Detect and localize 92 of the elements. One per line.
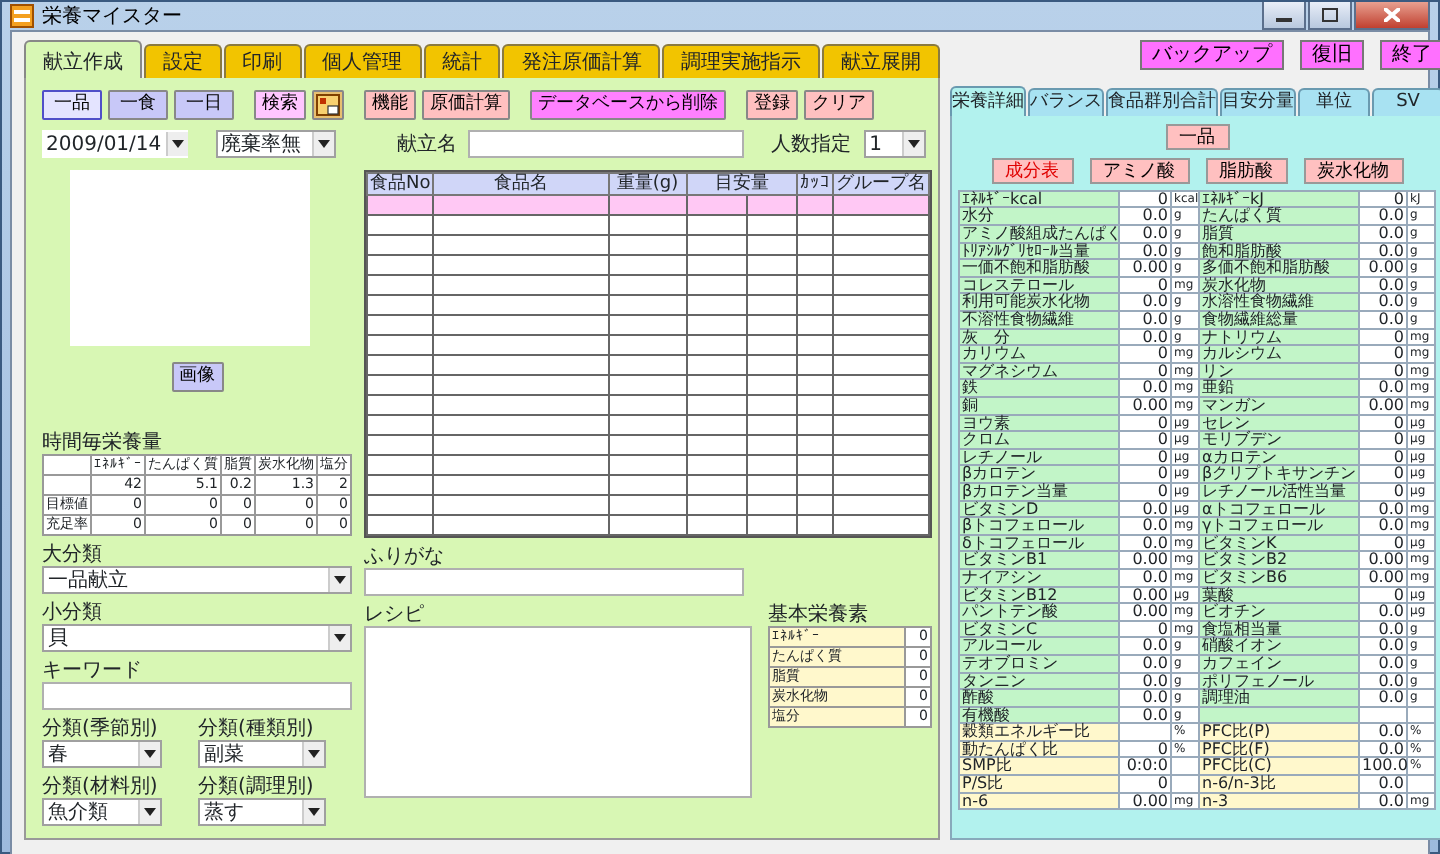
tab[interactable]: 調理実施指示 — [662, 44, 821, 78]
column-header: 食品No — [367, 173, 434, 195]
search-button[interactable]: 検索 — [254, 90, 306, 120]
nutrient-name: 多価不飽和脂肪酸 — [1199, 259, 1359, 277]
view-button[interactable]: 脂肪酸 — [1205, 157, 1287, 184]
close-button[interactable] — [1354, 2, 1430, 30]
field-label: 大分類 — [42, 544, 104, 566]
section-title: 基本栄養素 — [768, 604, 870, 626]
close-icon — [1384, 8, 1400, 22]
caret-icon — [144, 750, 156, 758]
caret-icon — [908, 140, 920, 148]
tab[interactable]: 栄養詳細 — [950, 86, 1026, 116]
nutrient-name: 利用可能炭水化物 — [959, 293, 1119, 312]
item-button[interactable]: 一品 — [1165, 123, 1229, 150]
nutrient-name: 一価不飽和脂肪酸 — [959, 259, 1119, 277]
recipe-field[interactable] — [364, 626, 752, 798]
mode-button[interactable]: 一品 — [42, 90, 102, 120]
tab[interactable]: 献立作成 — [24, 40, 142, 78]
nutrient-value: 0 — [1119, 190, 1171, 208]
action-button[interactable]: クリア — [804, 90, 874, 120]
field-label: 小分類 — [42, 602, 104, 624]
category-dropdown[interactable]: 一品献立 — [42, 566, 352, 594]
people-dropdown[interactable]: 1 — [863, 130, 926, 158]
header-button[interactable]: 終了 — [1380, 40, 1440, 70]
field-label: 分類(種類別) — [198, 718, 316, 740]
grid-icon — [316, 93, 340, 116]
keyword-field[interactable] — [42, 682, 352, 710]
field-label: ふりがな — [364, 546, 446, 568]
tab[interactable]: 設定 — [143, 44, 222, 78]
view-button[interactable]: 炭水化物 — [1303, 157, 1403, 184]
date-dropdown[interactable]: 2009/01/14 — [42, 130, 188, 158]
nutrient-name: ｴﾈﾙｷﾞｰkJ — [1199, 190, 1359, 208]
field-label: 分類(季節別) — [42, 718, 160, 740]
column-header: 重量(g) — [608, 173, 687, 195]
food-table[interactable]: 食品No 食品名 重量(g) 目安量 ｶｯｺ グループ名 — [364, 170, 932, 538]
caret-icon — [308, 808, 320, 816]
caret-icon — [318, 140, 331, 148]
field-label: 人数指定 — [771, 133, 852, 155]
caret-icon — [334, 634, 346, 642]
menu-name-field[interactable] — [468, 130, 744, 158]
maximize-icon — [1322, 8, 1338, 22]
tab[interactable]: 食品群別合計 — [1106, 88, 1218, 116]
field-label: 分類(材料別) — [42, 776, 160, 798]
tab[interactable]: SV — [1372, 88, 1440, 116]
tab[interactable]: 個人管理 — [303, 44, 421, 78]
tab[interactable]: バランス — [1028, 88, 1104, 116]
furigana-field[interactable] — [364, 568, 744, 596]
nutrient-name: 不溶性食物繊維 — [959, 311, 1119, 329]
minimize-button[interactable] — [1262, 2, 1306, 30]
window-title: 栄養マイスター — [42, 5, 182, 27]
nutrient-name: 穀類エネルギー比 — [959, 723, 1119, 741]
category-dropdown[interactable]: 副菜 — [198, 740, 326, 768]
field-label: 献立名 — [396, 133, 457, 155]
category-dropdown[interactable]: 貝 — [42, 624, 352, 652]
mode-button[interactable]: 一日 — [174, 90, 234, 120]
tab[interactable]: 単位 — [1298, 88, 1370, 116]
app-icon — [10, 4, 34, 28]
caret-icon — [171, 140, 184, 148]
image-button[interactable]: 画像 — [171, 362, 223, 392]
tab[interactable]: 印刷 — [223, 44, 302, 78]
caret-icon — [144, 808, 156, 816]
column-header: 食品名 — [433, 173, 609, 195]
tab[interactable]: 目安分量 — [1220, 88, 1296, 116]
column-header: グループ名 — [832, 173, 929, 195]
view-button[interactable]: アミノ酸 — [1089, 157, 1189, 184]
nutrient-value: 0 — [1359, 190, 1407, 208]
action-button[interactable]: 原価計算 — [422, 90, 510, 120]
tab[interactable]: 発注原価計算 — [502, 44, 661, 78]
caret-icon — [308, 750, 320, 758]
action-button[interactable]: データベースから削除 — [530, 90, 726, 120]
mode-button[interactable]: 一食 — [108, 90, 168, 120]
field-label: キーワード — [42, 660, 144, 682]
header-button[interactable]: 復旧 — [1300, 40, 1364, 70]
section-title: 時間毎栄養量 — [42, 432, 164, 454]
maximize-button[interactable] — [1308, 2, 1352, 30]
column-header: 目安量 — [686, 173, 797, 195]
field-label: 分類(調理別) — [198, 776, 316, 798]
tab[interactable]: 統計 — [423, 44, 501, 78]
action-button[interactable]: 登録 — [746, 90, 798, 120]
header-button[interactable]: バックアップ — [1140, 40, 1284, 70]
nutrient-name: 食物繊維総量 — [1199, 311, 1359, 329]
column-header: ｶｯｺ — [796, 173, 833, 195]
nutrient-name: ｴﾈﾙｷﾞｰkcal — [959, 190, 1119, 208]
tab[interactable]: 献立展開 — [822, 44, 940, 78]
waste-dropdown[interactable]: 廃棄率無 — [215, 130, 337, 158]
grid-button[interactable] — [312, 90, 344, 120]
category-dropdown[interactable]: 春 — [42, 740, 162, 768]
category-dropdown[interactable]: 蒸す — [198, 798, 326, 826]
category-dropdown[interactable]: 魚介類 — [42, 798, 162, 826]
field-label: レシピ — [364, 604, 426, 626]
caret-icon — [334, 576, 346, 584]
action-button[interactable]: 機能 — [364, 90, 416, 120]
